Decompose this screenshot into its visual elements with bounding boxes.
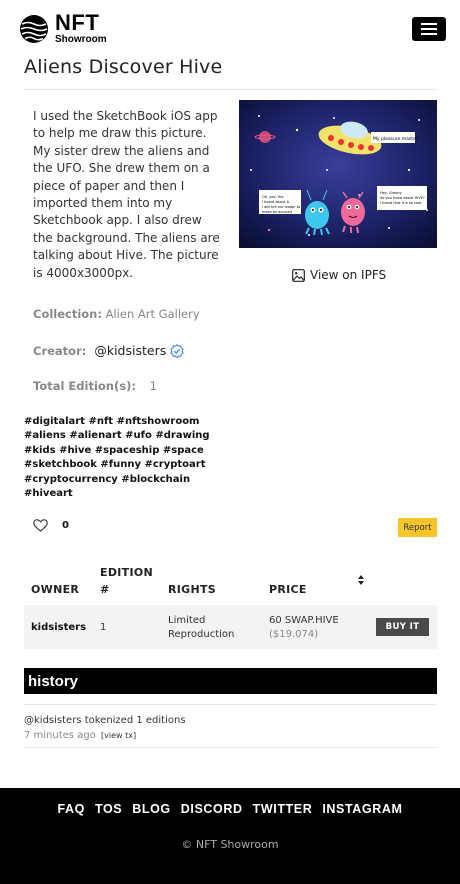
divider	[24, 89, 437, 90]
like-control: 0	[33, 519, 69, 532]
nft-showroom-logo-icon	[20, 14, 48, 43]
history-entry-timestamp: 7 minutes ago	[24, 730, 96, 741]
footer-link-twitter[interactable]: TWITTER	[253, 802, 313, 816]
footer-link-instagram[interactable]: INSTAGRAM	[322, 802, 402, 816]
tag[interactable]: #nftshowroom	[117, 416, 200, 427]
image-icon	[292, 268, 305, 282]
row-owner[interactable]: kidsisters	[31, 622, 86, 633]
page-title: Aliens Discover Hive	[24, 56, 223, 78]
tag[interactable]: #sketchbook	[24, 459, 97, 470]
footer-link-discord[interactable]: DISCORD	[181, 802, 243, 816]
svg-text:do you know about HIVE?: do you know about HIVE?	[380, 196, 425, 200]
brand-sub: Showroom	[55, 34, 107, 45]
footer-links: FAQ TOS BLOG DISCORD TWITTER INSTAGRAM	[0, 802, 460, 816]
footer-link-blog[interactable]: BLOG	[132, 802, 171, 816]
editions-row: Total Edition(s): 1	[33, 379, 157, 393]
tag[interactable]: #kids	[24, 445, 56, 456]
svg-text:I will tell our leader to: I will tell our leader to	[262, 205, 300, 209]
menu-toggle-button[interactable]	[412, 17, 446, 41]
nft-artwork-image[interactable]: My pleasure master Oh, yes! Yes I heard …	[239, 100, 437, 248]
tag[interactable]: #blockchain	[121, 474, 190, 485]
svg-text:I heard that it is so cool.: I heard that it is so cool.	[380, 201, 422, 205]
tag[interactable]: #cryptoart	[144, 459, 205, 470]
column-header-rights: RIGHTS	[168, 583, 217, 596]
tag[interactable]: #digitalart	[24, 416, 85, 427]
ufo-speech-bubble: My pleasure master	[373, 136, 418, 142]
row-price: 60 SWAP.HIVE	[269, 615, 339, 626]
row-edition: 1	[100, 622, 107, 633]
buy-it-button[interactable]: BUY IT	[376, 618, 429, 636]
nft-description: I used the SketchBook iOS app to help me…	[33, 109, 220, 280]
row-price-usd: ($19.074)	[269, 629, 319, 640]
history-header: history	[24, 668, 437, 694]
tag[interactable]: #drawing	[155, 430, 209, 441]
editions-value: 1	[149, 379, 157, 393]
history-entry-time: 7 minutes ago [view tx]	[24, 730, 136, 741]
column-header-price: PRICE	[269, 583, 307, 596]
collection-row: Collection: Alien Art Gallery	[33, 307, 200, 321]
svg-text:Oh, yes! Yes: Oh, yes! Yes	[262, 195, 284, 199]
view-tx-link[interactable]: [view tx]	[101, 731, 136, 740]
column-header-owner: OWNER	[31, 583, 80, 596]
sort-icon[interactable]	[357, 574, 365, 586]
row-rights-line2: Reproduction	[168, 629, 235, 640]
column-header-edition-hash: #	[100, 583, 110, 596]
brand-logo[interactable]: NFT Showroom	[19, 12, 107, 45]
tag[interactable]: #hive	[59, 445, 91, 456]
view-on-ipfs-label: View on IPFS	[310, 268, 387, 282]
column-header-edition: EDITION	[100, 566, 153, 579]
tag-list: #digitalart #nft #nftshowroom #aliens #a…	[24, 415, 214, 501]
svg-text:Hey, Gimmy: Hey, Gimmy	[380, 191, 402, 195]
collection-link[interactable]: Alien Art Gallery	[106, 307, 200, 321]
collection-label: Collection:	[33, 307, 102, 321]
brand-name: NFT	[55, 10, 100, 35]
footer-link-faq[interactable]: FAQ	[57, 802, 85, 816]
creator-label: Creator:	[33, 343, 87, 358]
divider	[24, 704, 437, 705]
editions-label: Total Edition(s):	[33, 379, 136, 393]
artwork-illustration: My pleasure master Oh, yes! Yes I heard …	[239, 100, 437, 248]
footer: FAQ TOS BLOG DISCORD TWITTER INSTAGRAM ©…	[0, 788, 460, 884]
creator-link[interactable]: @kidsisters	[94, 343, 166, 358]
hamburger-icon	[421, 28, 437, 30]
tag[interactable]: #cryptocurrency	[24, 474, 118, 485]
tag[interactable]: #funny	[100, 459, 141, 470]
svg-text:make an account: make an account	[262, 210, 293, 214]
like-count: 0	[62, 520, 69, 531]
hamburger-icon	[421, 23, 437, 25]
navbar: NFT Showroom	[0, 0, 460, 56]
tag[interactable]: #space	[163, 445, 204, 456]
verified-badge-icon	[170, 343, 184, 358]
history-entry-text: @kidsisters tokenized 1 editions	[24, 715, 186, 726]
divider	[24, 747, 437, 748]
row-rights-line1: Limited	[168, 615, 206, 626]
svg-text:I heard about it.: I heard about it.	[262, 200, 290, 204]
tag[interactable]: #aliens	[24, 430, 66, 441]
tag[interactable]: #nft	[88, 416, 113, 427]
report-button[interactable]: Report	[398, 518, 437, 537]
view-on-ipfs-link[interactable]: View on IPFS	[292, 268, 386, 282]
tag[interactable]: #hiveart	[24, 488, 73, 499]
tag[interactable]: #ufo	[125, 430, 152, 441]
creator-row: Creator: @kidsisters	[33, 343, 184, 358]
tag[interactable]: #spaceship	[95, 445, 160, 456]
footer-link-tos[interactable]: TOS	[95, 802, 122, 816]
copyright: © NFT Showroom	[181, 838, 279, 851]
tag[interactable]: #alienart	[69, 430, 121, 441]
hamburger-icon	[421, 33, 437, 35]
heart-icon[interactable]	[33, 519, 48, 532]
